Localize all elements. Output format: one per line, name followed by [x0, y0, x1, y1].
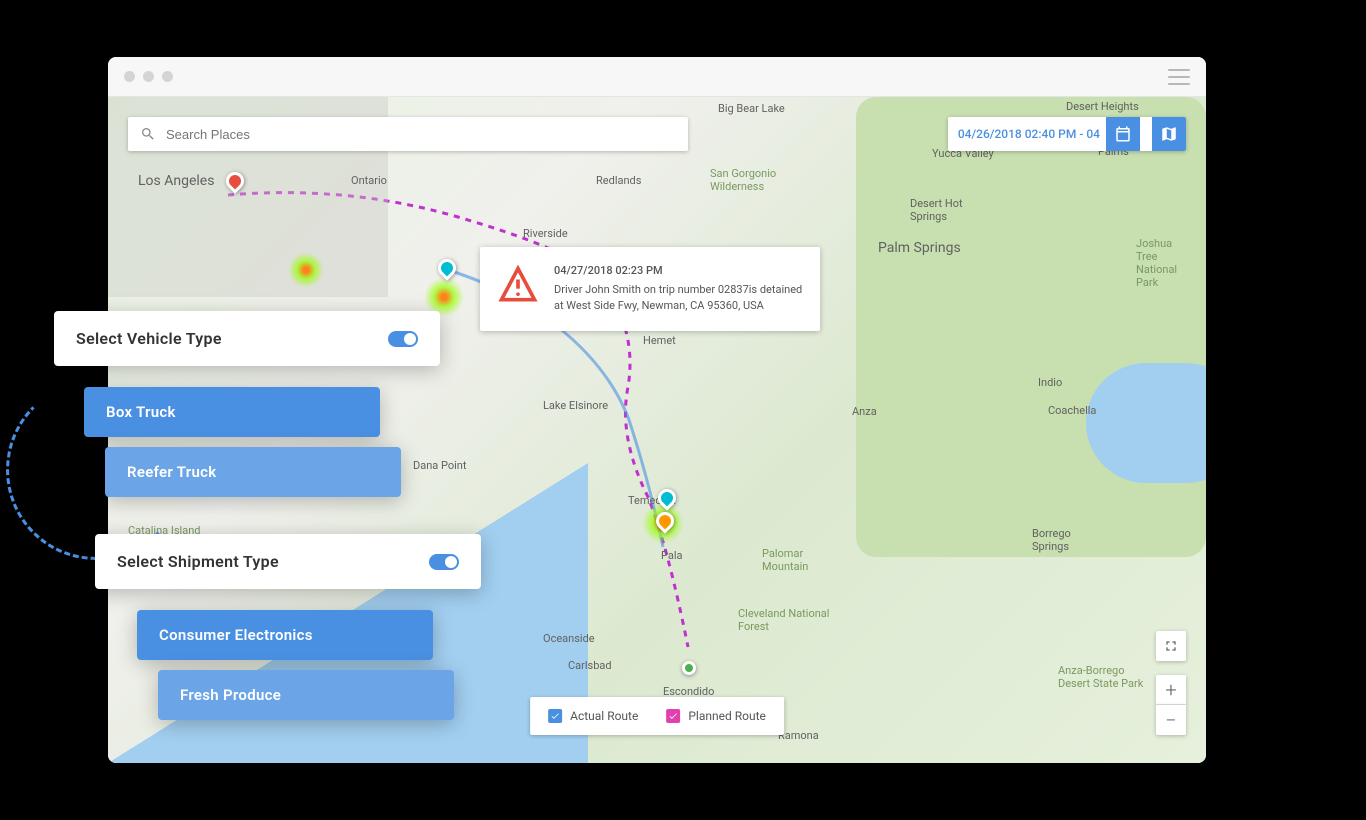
- map-label-coachella: Coachella: [1048, 404, 1096, 417]
- map-label-sangorgonio: San Gorgonio Wilderness: [710, 167, 788, 193]
- legend-actual-route[interactable]: Actual Route: [548, 709, 638, 723]
- map-label-deserthot: Desert Hot Springs: [910, 197, 970, 223]
- map-label-ontario: Ontario: [351, 174, 387, 187]
- map-label-desertheights: Desert Heights: [1066, 100, 1139, 113]
- map-label-pala: Pala: [661, 549, 683, 562]
- alert-content: 04/27/2018 02:23 PM Driver John Smith on…: [554, 263, 804, 315]
- shipment-filter-toggle[interactable]: [429, 554, 459, 570]
- map-label-palomar: Palomar Mountain: [762, 547, 814, 573]
- map-pin-destination[interactable]: [682, 661, 696, 675]
- alert-message: Driver John Smith on trip number 02837is…: [554, 282, 804, 315]
- map-label-palmsprings: Palm Springs: [878, 240, 961, 256]
- date-range-bar[interactable]: 04/26/2018 02:40 PM - 04: [948, 117, 1186, 151]
- filter-title: Select Vehicle Type: [76, 329, 222, 348]
- search-input[interactable]: [166, 127, 676, 142]
- map-label-anzaborrego: Anza-Borrego Desert State Park: [1058, 664, 1158, 690]
- alert-popup[interactable]: 04/27/2018 02:23 PM Driver John Smith on…: [480, 247, 820, 331]
- shipment-option-electronics[interactable]: Consumer Electronics: [137, 610, 433, 660]
- map-label-danapoint: Dana Point: [413, 459, 466, 472]
- browser-titlebar: [108, 57, 1206, 97]
- checkbox-icon[interactable]: [666, 709, 680, 723]
- map-label-redlands: Redlands: [596, 174, 641, 187]
- zoom-in-button[interactable]: +: [1156, 675, 1186, 705]
- search-places-bar[interactable]: [128, 117, 688, 151]
- map-label-hemet: Hemet: [643, 334, 676, 347]
- calendar-button[interactable]: [1106, 117, 1140, 151]
- vehicle-option-reefer-truck[interactable]: Reefer Truck: [105, 447, 401, 497]
- map-label-losangeles: Los Angeles: [138, 173, 214, 189]
- checkbox-icon[interactable]: [548, 709, 562, 723]
- map-label-borrego: Borrego Springs: [1032, 527, 1082, 553]
- warning-icon: [496, 263, 540, 307]
- filter-title: Select Shipment Type: [117, 552, 279, 571]
- calendar-icon: [1114, 125, 1132, 143]
- legend-planned-route[interactable]: Planned Route: [666, 709, 766, 723]
- alert-timestamp: 04/27/2018 02:23 PM: [554, 263, 804, 280]
- zoom-out-button[interactable]: −: [1156, 705, 1186, 735]
- search-icon: [140, 126, 156, 142]
- menu-icon[interactable]: [1168, 69, 1190, 85]
- map-icon: [1160, 125, 1178, 143]
- map-label-ramona: Ramona: [778, 729, 819, 742]
- shipment-option-produce[interactable]: Fresh Produce: [158, 670, 454, 720]
- map-label-lakeelsinore: Lake Elsinore: [543, 399, 608, 412]
- map-label-joshua: Joshua Tree National Park: [1136, 237, 1196, 289]
- heat-spot: [288, 252, 324, 288]
- map-label-oceanside: Oceanside: [543, 632, 595, 645]
- vehicle-filter-toggle[interactable]: [388, 331, 418, 347]
- shipment-type-filter: Select Shipment Type: [95, 534, 481, 589]
- window-controls[interactable]: [124, 71, 173, 82]
- map-label-indio: Indio: [1038, 376, 1062, 389]
- vehicle-option-box-truck[interactable]: Box Truck: [84, 387, 380, 437]
- map-label-anza: Anza: [852, 405, 877, 418]
- vehicle-type-filter: Select Vehicle Type: [54, 311, 440, 366]
- map-label-carlsbad: Carlsbad: [568, 659, 612, 672]
- map-style-button[interactable]: [1152, 117, 1186, 151]
- date-range-text: 04/26/2018 02:40 PM - 04: [958, 127, 1100, 141]
- fullscreen-button[interactable]: [1156, 631, 1186, 661]
- map-label-bigbear: Big Bear Lake: [718, 102, 785, 115]
- route-legend: Actual Route Planned Route: [530, 697, 784, 735]
- map-label-cleveland: Cleveland National Forest: [738, 607, 838, 633]
- map-label-riverside: Riverside: [523, 227, 568, 240]
